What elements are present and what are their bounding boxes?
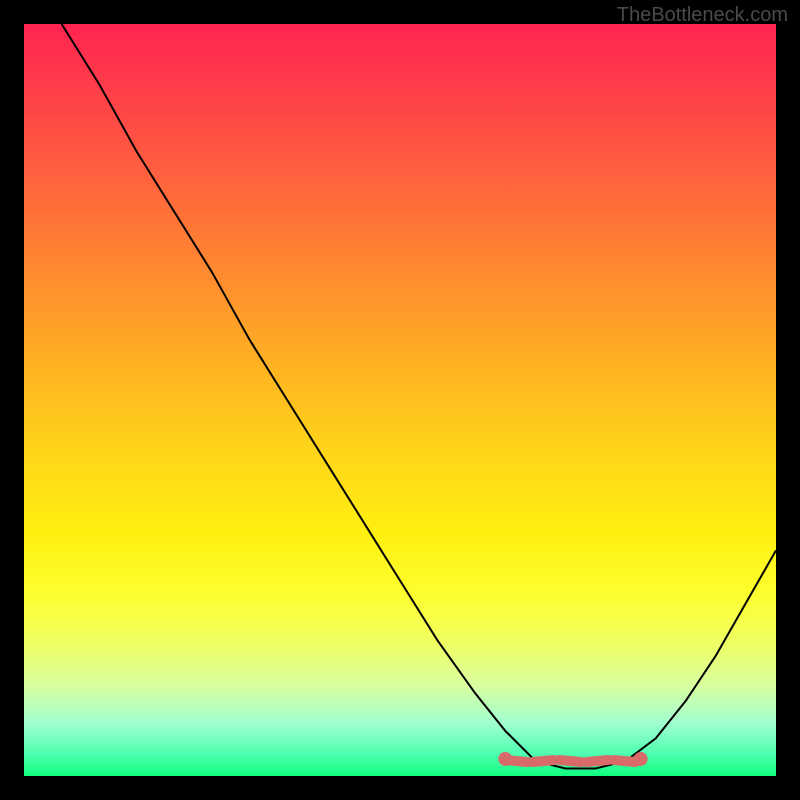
optimal-region-marker <box>505 760 635 762</box>
curve-layer <box>24 24 776 776</box>
optimal-region-dot-left <box>498 752 512 766</box>
optimal-region-dot-right <box>634 752 648 766</box>
bottleneck-chart <box>24 24 776 776</box>
bottleneck-curve-path <box>62 24 776 769</box>
watermark-text: TheBottleneck.com <box>617 4 788 27</box>
